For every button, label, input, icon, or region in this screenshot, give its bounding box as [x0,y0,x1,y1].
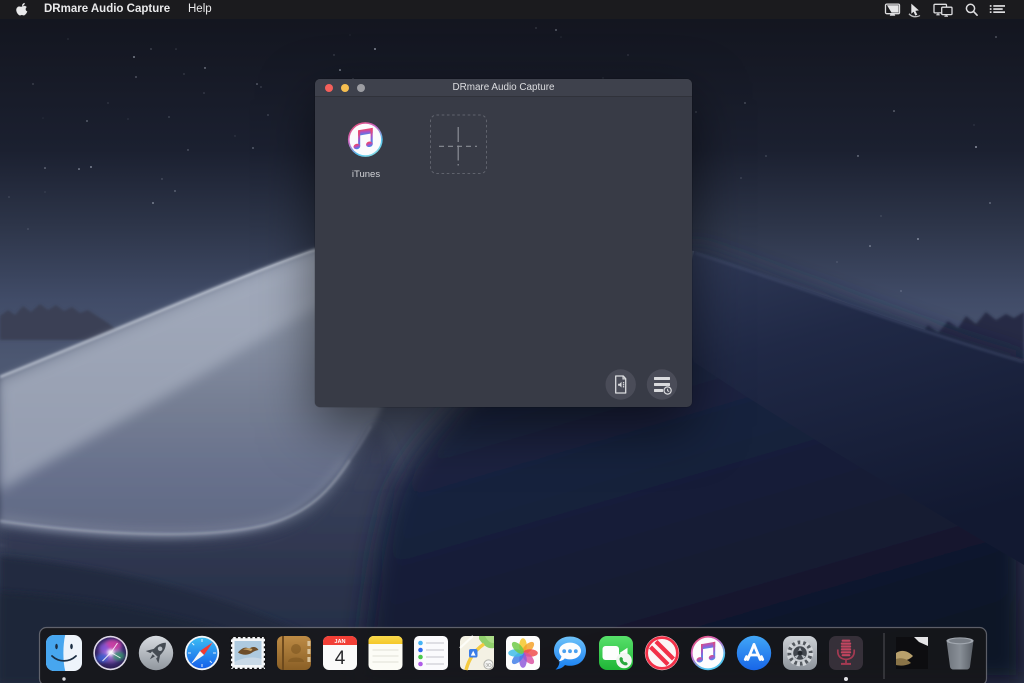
svg-text:JAN: JAN [334,639,345,645]
svg-text:4: 4 [335,648,346,669]
svg-text:3D: 3D [485,663,492,669]
